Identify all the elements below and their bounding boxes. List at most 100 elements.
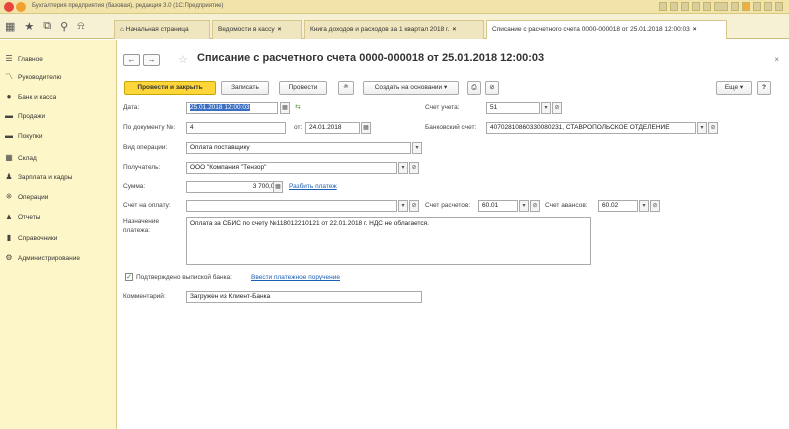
purpose-label: Назначение платежа: xyxy=(123,218,160,234)
back-button[interactable]: ← xyxy=(123,54,140,66)
close-tab-icon[interactable]: × xyxy=(278,26,282,33)
sidebar-item-label: Операции xyxy=(18,193,49,201)
tab-income-book[interactable]: Книга доходов и расходов за 1 квартал 20… xyxy=(304,20,484,39)
all-functions-icon[interactable]: ▦ xyxy=(5,20,15,33)
sidebar-item-warehouse[interactable]: ▦ Склад xyxy=(5,152,37,164)
open-link-icon[interactable]: ⊘ xyxy=(552,102,562,114)
bank-confirmed-checkbox[interactable]: ✓ xyxy=(125,273,133,281)
account-label: Счет учета: xyxy=(425,104,460,111)
sidebar-item-directories[interactable]: ▮ Справочники xyxy=(5,232,58,244)
open-link-icon[interactable]: ⊘ xyxy=(530,200,540,212)
open-link-icon[interactable]: ⊘ xyxy=(650,200,660,212)
operation-type-field[interactable]: Оплата поставщику xyxy=(186,142,411,154)
date-field[interactable]: 25.01.2018 12:00:03 xyxy=(186,102,278,114)
more-button[interactable]: Еще ▾ xyxy=(716,81,752,95)
sum-field[interactable]: 3 700,00 xyxy=(186,181,282,193)
sidebar-item-reports[interactable]: ▲ Отчеты xyxy=(5,211,40,223)
comment-label: Комментарий: xyxy=(123,293,166,300)
favorites-icon[interactable]: ★ xyxy=(24,20,34,33)
info-icon[interactable] xyxy=(742,2,750,11)
sidebar-item-label: Руководителю xyxy=(18,73,62,81)
tab-cash-statements[interactable]: Ведомости в кассу × xyxy=(212,20,302,39)
attach-icon[interactable]: ⊘ xyxy=(485,81,499,95)
sidebar-item-operations[interactable]: ⁜ Операции xyxy=(5,191,49,203)
more-label: Еще xyxy=(724,84,739,91)
operations-icon: ⁜ xyxy=(5,192,13,201)
chevron-down-icon[interactable]: ▾ xyxy=(398,200,408,212)
enter-payment-order-link[interactable]: Ввести платежное поручение xyxy=(251,274,340,281)
close-tab-icon[interactable]: × xyxy=(452,26,456,33)
create-based-on-button[interactable]: Создать на основании ▾ xyxy=(363,81,459,95)
close-tab-icon[interactable]: × xyxy=(693,26,697,33)
app-menu-icon[interactable] xyxy=(16,2,26,12)
sidebar-item-label: Зарплата и кадры xyxy=(18,173,73,181)
sidebar-item-bank[interactable]: ● Банк и касса xyxy=(5,91,57,103)
recipient-label: Получатель: xyxy=(123,164,161,171)
help-button[interactable]: ? xyxy=(757,81,771,95)
close-window-icon[interactable] xyxy=(775,2,783,11)
toolbar-tool-icon[interactable] xyxy=(703,2,711,11)
bank-confirmed-label: Подтверждено выпиской банка: xyxy=(136,274,232,281)
open-link-icon[interactable]: ⊘ xyxy=(708,122,718,134)
purpose-textarea[interactable]: Оплата за СБИС по счету №118012210121 от… xyxy=(186,217,591,265)
toolbar-tool-icon[interactable] xyxy=(659,2,667,11)
comment-field[interactable]: Загружен из Клиент-Банка xyxy=(186,291,422,303)
advance-account-field[interactable]: 60.02 xyxy=(598,200,638,212)
toolbar-tool-icon[interactable] xyxy=(731,2,739,11)
account-field[interactable]: 51 xyxy=(486,102,540,114)
notifications-icon[interactable]: ⍾ xyxy=(77,20,84,33)
sidebar-item-main[interactable]: ☰ Главное xyxy=(5,53,42,65)
toolbar-tool-icon[interactable] xyxy=(692,2,700,11)
tab-home[interactable]: ⌂ Начальная страница xyxy=(114,20,210,39)
open-link-icon[interactable]: ⊘ xyxy=(409,200,419,212)
chevron-down-icon[interactable]: ▾ xyxy=(519,200,529,212)
post-button[interactable]: Провести xyxy=(279,81,327,95)
tab-write-off-document[interactable]: Списание с расчетного счета 0000-000018 … xyxy=(486,20,727,39)
recipient-field[interactable]: ООО "Компания "Тензор" xyxy=(186,162,397,174)
chevron-down-icon[interactable]: ▾ xyxy=(697,122,707,134)
sidebar-item-purchases[interactable]: ▬ Покупки xyxy=(5,130,42,142)
chevron-down-icon[interactable]: ▾ xyxy=(412,142,422,154)
home-icon: ⌂ xyxy=(120,26,124,33)
calendar-icon[interactable]: ▦ xyxy=(280,102,290,114)
history-icon[interactable]: ⧉ xyxy=(43,20,51,33)
post-and-close-button[interactable]: Провести и закрыть xyxy=(124,81,216,95)
forward-button[interactable]: → xyxy=(143,54,160,66)
dt-kt-movements-icon[interactable]: ᵈᵏ xyxy=(338,81,354,95)
minimize-icon[interactable] xyxy=(753,2,761,11)
favorite-star-icon[interactable]: ☆ xyxy=(178,53,188,66)
invoice-field[interactable] xyxy=(186,200,397,212)
settle-account-label: Счет расчетов: xyxy=(425,202,471,209)
settle-account-field[interactable]: 60.01 xyxy=(478,200,518,212)
chevron-down-icon[interactable]: ▾ xyxy=(541,102,551,114)
chevron-down-icon[interactable]: ▾ xyxy=(398,162,408,174)
toolbar-tool-icon[interactable] xyxy=(714,2,728,11)
sidebar-item-label: Справочники xyxy=(18,234,58,242)
doc-date-field[interactable]: 24.01.2018 xyxy=(305,122,360,134)
maximize-icon[interactable] xyxy=(764,2,772,11)
split-payment-link[interactable]: Разбить платеж xyxy=(289,183,337,190)
print-icon[interactable]: ⎙ xyxy=(467,81,481,95)
sidebar-item-sales[interactable]: ▬ Продажи xyxy=(5,110,45,122)
bank-account-field[interactable]: 40702810860330080231, СТАВРОПОЛЬСКОЕ ОТД… xyxy=(486,122,696,134)
save-button[interactable]: Записать xyxy=(221,81,269,95)
date-history-icon[interactable]: ⇆ xyxy=(295,103,301,111)
gear-icon: ⚙ xyxy=(5,253,13,262)
sidebar-item-label: Продажи xyxy=(18,112,46,120)
close-form-icon[interactable]: × xyxy=(774,55,779,64)
chevron-down-icon[interactable]: ▾ xyxy=(639,200,649,212)
sidebar-item-admin[interactable]: ⚙ Администрирование xyxy=(5,252,80,264)
menu-icon: ☰ xyxy=(5,54,13,63)
search-icon[interactable]: ⚲ xyxy=(60,20,68,33)
sidebar-item-manager[interactable]: 〽 Руководителю xyxy=(5,71,61,83)
invoice-label: Счет на оплату: xyxy=(123,202,171,209)
open-link-icon[interactable]: ⊘ xyxy=(409,162,419,174)
sidebar-item-salary[interactable]: ♟ Зарплата и кадры xyxy=(5,171,72,183)
sidebar-item-label: Отчеты xyxy=(18,213,41,221)
calendar-icon[interactable]: ▦ xyxy=(361,122,371,134)
operation-type-label: Вид операции: xyxy=(123,144,168,151)
toolbar-tool-icon[interactable] xyxy=(681,2,689,11)
doc-number-field[interactable]: 4 xyxy=(186,122,286,134)
toolbar-tool-icon[interactable] xyxy=(670,2,678,11)
calculator-icon[interactable]: ▦ xyxy=(273,181,283,193)
